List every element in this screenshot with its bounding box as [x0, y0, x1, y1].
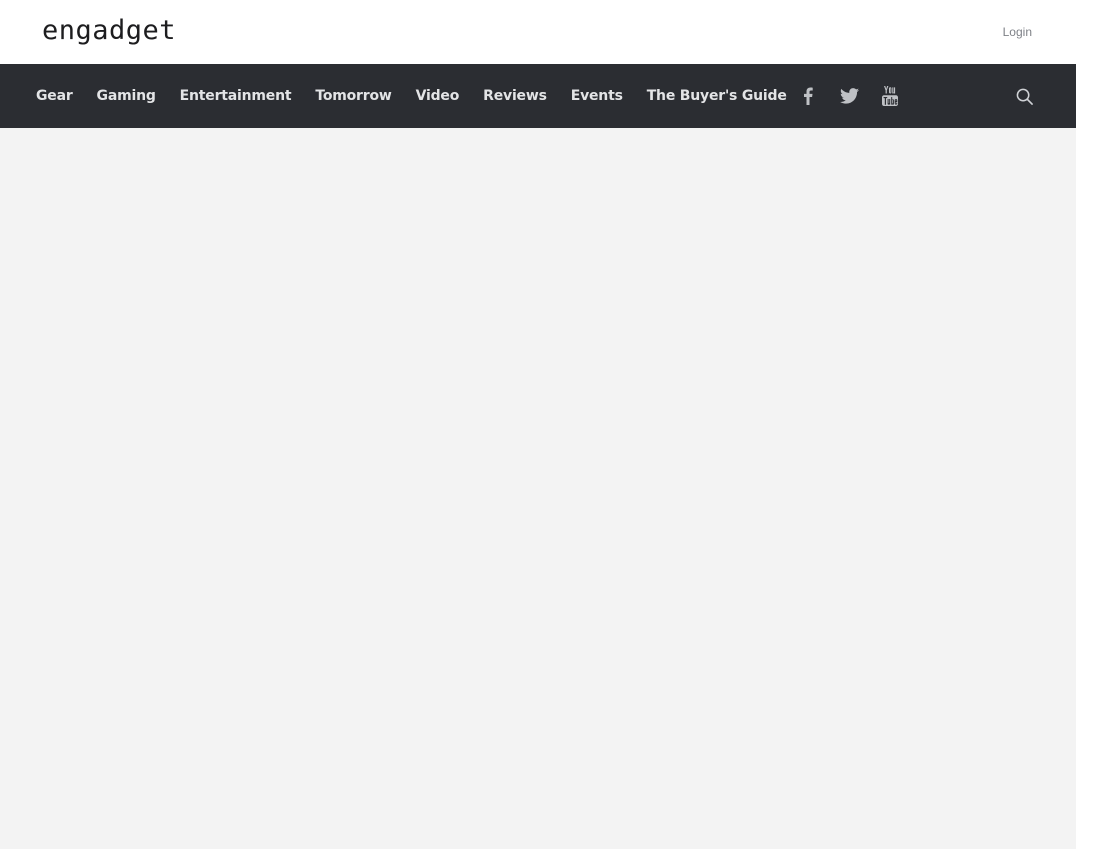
- engadget-logo[interactable]: engadget: [42, 14, 176, 48]
- login-link[interactable]: Login: [1003, 25, 1032, 39]
- nav-item-entertainment[interactable]: Entertainment: [180, 88, 292, 104]
- nav-links: Gear Gaming Entertainment Tomorrow Video…: [36, 64, 787, 128]
- twitter-icon[interactable]: [838, 85, 860, 107]
- twitter-icon-svg: [839, 88, 859, 104]
- search-button[interactable]: [1014, 86, 1034, 106]
- facebook-icon[interactable]: [797, 85, 819, 107]
- nav-item-gaming[interactable]: Gaming: [97, 88, 156, 104]
- youtube-icon[interactable]: [879, 85, 901, 107]
- nav-item-gear[interactable]: Gear: [36, 88, 73, 104]
- top-header: engadget Login: [0, 0, 1076, 64]
- page: engadget Login Gear Gaming Entertainment…: [0, 0, 1076, 849]
- search-icon: [1016, 88, 1033, 105]
- facebook-icon-svg: [804, 87, 813, 105]
- main-content-area: [0, 128, 1076, 849]
- main-navbar: Gear Gaming Entertainment Tomorrow Video…: [0, 64, 1076, 128]
- nav-item-events[interactable]: Events: [571, 88, 623, 104]
- nav-item-reviews[interactable]: Reviews: [483, 88, 547, 104]
- nav-item-buyers-guide[interactable]: The Buyer's Guide: [647, 88, 787, 104]
- nav-item-tomorrow[interactable]: Tomorrow: [315, 88, 391, 104]
- youtube-icon-svg: [882, 86, 898, 106]
- nav-item-video[interactable]: Video: [416, 88, 460, 104]
- social-links: [797, 64, 901, 128]
